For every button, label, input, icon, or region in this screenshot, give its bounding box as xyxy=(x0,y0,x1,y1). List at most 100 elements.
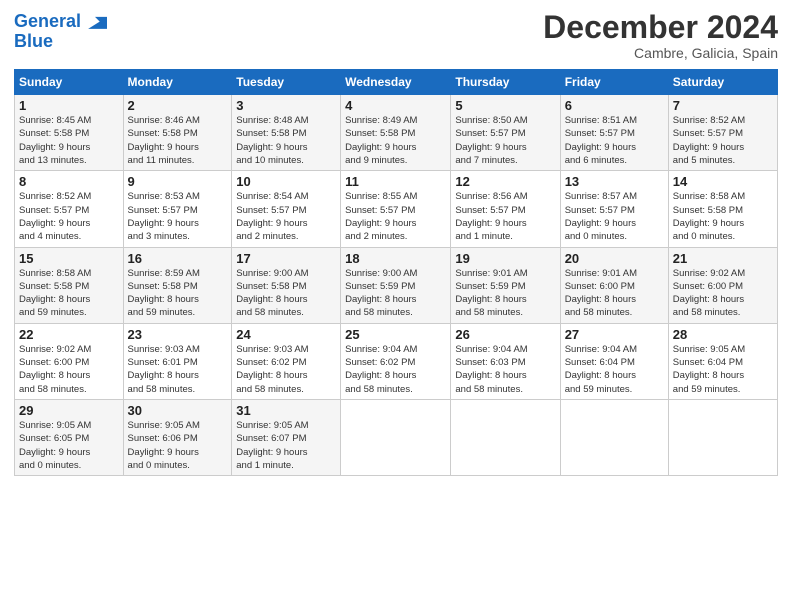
day-number: 12 xyxy=(455,174,555,189)
header-cell-monday: Monday xyxy=(123,70,232,95)
day-number: 23 xyxy=(128,327,228,342)
calendar-cell: 30 Sunrise: 9:05 AM Sunset: 6:06 PM Dayli… xyxy=(123,399,232,475)
day-number: 15 xyxy=(19,251,119,266)
day-number: 7 xyxy=(673,98,773,113)
header-cell-saturday: Saturday xyxy=(668,70,777,95)
day-number: 17 xyxy=(236,251,336,266)
day-info: Sunrise: 8:55 AM Sunset: 5:57 PM Dayligh… xyxy=(345,191,417,242)
calendar-cell: 26 Sunrise: 9:04 AM Sunset: 6:03 PM Dayli… xyxy=(451,323,560,399)
calendar-cell: 14 Sunrise: 8:58 AM Sunset: 5:58 PM Dayli… xyxy=(668,171,777,247)
calendar-cell: 11 Sunrise: 8:55 AM Sunset: 5:57 PM Dayli… xyxy=(341,171,451,247)
day-info: Sunrise: 9:00 AM Sunset: 5:59 PM Dayligh… xyxy=(345,268,417,319)
title-block: December 2024 Cambre, Galicia, Spain xyxy=(543,10,778,61)
day-info: Sunrise: 8:52 AM Sunset: 5:57 PM Dayligh… xyxy=(19,191,91,242)
calendar-cell xyxy=(668,399,777,475)
week-row-1: 1Sunrise: 8:45 AM Sunset: 5:58 PM Daylig… xyxy=(15,95,778,171)
calendar-cell: 31 Sunrise: 9:05 AM Sunset: 6:07 PM Dayli… xyxy=(232,399,341,475)
calendar-cell: 18 Sunrise: 9:00 AM Sunset: 5:59 PM Dayli… xyxy=(341,247,451,323)
day-info: Sunrise: 8:54 AM Sunset: 5:57 PM Dayligh… xyxy=(236,191,308,242)
day-number: 30 xyxy=(128,403,228,418)
calendar-cell: 15 Sunrise: 8:58 AM Sunset: 5:58 PM Dayli… xyxy=(15,247,124,323)
day-info: Sunrise: 9:04 AM Sunset: 6:04 PM Dayligh… xyxy=(565,344,637,395)
day-info: Sunrise: 8:53 AM Sunset: 5:57 PM Dayligh… xyxy=(128,191,200,242)
day-info: Sunrise: 9:01 AM Sunset: 6:00 PM Dayligh… xyxy=(565,268,637,319)
header-cell-thursday: Thursday xyxy=(451,70,560,95)
calendar-cell: 28Sunrise: 9:05 AM Sunset: 6:04 PM Dayli… xyxy=(668,323,777,399)
day-info: Sunrise: 9:04 AM Sunset: 6:02 PM Dayligh… xyxy=(345,344,417,395)
day-number: 4 xyxy=(345,98,446,113)
day-info: Sunrise: 8:57 AM Sunset: 5:57 PM Dayligh… xyxy=(565,191,637,242)
calendar-cell: 23 Sunrise: 9:03 AM Sunset: 6:01 PM Dayli… xyxy=(123,323,232,399)
day-number: 26 xyxy=(455,327,555,342)
calendar-cell xyxy=(451,399,560,475)
day-info: Sunrise: 8:58 AM Sunset: 5:58 PM Dayligh… xyxy=(673,191,745,242)
header-cell-friday: Friday xyxy=(560,70,668,95)
day-info: Sunrise: 8:50 AM Sunset: 5:57 PM Dayligh… xyxy=(455,115,527,166)
day-info: Sunrise: 8:56 AM Sunset: 5:57 PM Dayligh… xyxy=(455,191,527,242)
day-number: 28 xyxy=(673,327,773,342)
calendar-cell: 5Sunrise: 8:50 AM Sunset: 5:57 PM Daylig… xyxy=(451,95,560,171)
header-cell-tuesday: Tuesday xyxy=(232,70,341,95)
day-number: 8 xyxy=(19,174,119,189)
day-number: 10 xyxy=(236,174,336,189)
day-number: 21 xyxy=(673,251,773,266)
day-info: Sunrise: 9:05 AM Sunset: 6:07 PM Dayligh… xyxy=(236,420,308,471)
calendar-cell: 3 Sunrise: 8:48 AM Sunset: 5:58 PM Daylig… xyxy=(232,95,341,171)
day-number: 11 xyxy=(345,174,446,189)
calendar-cell: 9Sunrise: 8:53 AM Sunset: 5:57 PM Daylig… xyxy=(123,171,232,247)
day-number: 1 xyxy=(19,98,119,113)
week-row-2: 8 Sunrise: 8:52 AM Sunset: 5:57 PM Daylig… xyxy=(15,171,778,247)
calendar-cell: 21 Sunrise: 9:02 AM Sunset: 6:00 PM Dayli… xyxy=(668,247,777,323)
calendar-cell: 24Sunrise: 9:03 AM Sunset: 6:02 PM Dayli… xyxy=(232,323,341,399)
day-info: Sunrise: 8:59 AM Sunset: 5:58 PM Dayligh… xyxy=(128,268,200,319)
header-cell-sunday: Sunday xyxy=(15,70,124,95)
day-number: 19 xyxy=(455,251,555,266)
calendar-cell: 27Sunrise: 9:04 AM Sunset: 6:04 PM Dayli… xyxy=(560,323,668,399)
header-cell-wednesday: Wednesday xyxy=(341,70,451,95)
logo: General Blue xyxy=(14,10,107,52)
calendar-cell: 2Sunrise: 8:46 AM Sunset: 5:58 PM Daylig… xyxy=(123,95,232,171)
day-number: 18 xyxy=(345,251,446,266)
calendar-cell: 8 Sunrise: 8:52 AM Sunset: 5:57 PM Daylig… xyxy=(15,171,124,247)
day-info: Sunrise: 8:46 AM Sunset: 5:58 PM Dayligh… xyxy=(128,115,200,166)
calendar-cell: 7 Sunrise: 8:52 AM Sunset: 5:57 PM Daylig… xyxy=(668,95,777,171)
week-row-4: 22 Sunrise: 9:02 AM Sunset: 6:00 PM Dayli… xyxy=(15,323,778,399)
calendar-cell: 1Sunrise: 8:45 AM Sunset: 5:58 PM Daylig… xyxy=(15,95,124,171)
day-info: Sunrise: 9:03 AM Sunset: 6:01 PM Dayligh… xyxy=(128,344,200,395)
day-number: 22 xyxy=(19,327,119,342)
day-number: 20 xyxy=(565,251,664,266)
day-info: Sunrise: 9:04 AM Sunset: 6:03 PM Dayligh… xyxy=(455,344,527,395)
day-info: Sunrise: 9:01 AM Sunset: 5:59 PM Dayligh… xyxy=(455,268,527,319)
day-info: Sunrise: 8:49 AM Sunset: 5:58 PM Dayligh… xyxy=(345,115,417,166)
day-info: Sunrise: 8:52 AM Sunset: 5:57 PM Dayligh… xyxy=(673,115,745,166)
calendar-cell: 6 Sunrise: 8:51 AM Sunset: 5:57 PM Daylig… xyxy=(560,95,668,171)
day-number: 6 xyxy=(565,98,664,113)
day-info: Sunrise: 9:05 AM Sunset: 6:05 PM Dayligh… xyxy=(19,420,91,471)
day-info: Sunrise: 8:51 AM Sunset: 5:57 PM Dayligh… xyxy=(565,115,637,166)
calendar-cell: 16 Sunrise: 8:59 AM Sunset: 5:58 PM Dayli… xyxy=(123,247,232,323)
header: General Blue December 2024 Cambre, Galic… xyxy=(14,10,778,61)
calendar-cell: 13Sunrise: 8:57 AM Sunset: 5:57 PM Dayli… xyxy=(560,171,668,247)
location-subtitle: Cambre, Galicia, Spain xyxy=(543,45,778,61)
day-info: Sunrise: 8:58 AM Sunset: 5:58 PM Dayligh… xyxy=(19,268,91,319)
day-number: 31 xyxy=(236,403,336,418)
day-number: 3 xyxy=(236,98,336,113)
day-number: 14 xyxy=(673,174,773,189)
calendar-cell: 20 Sunrise: 9:01 AM Sunset: 6:00 PM Dayli… xyxy=(560,247,668,323)
day-number: 16 xyxy=(128,251,228,266)
day-info: Sunrise: 9:02 AM Sunset: 6:00 PM Dayligh… xyxy=(673,268,745,319)
day-info: Sunrise: 9:00 AM Sunset: 5:58 PM Dayligh… xyxy=(236,268,308,319)
calendar-cell: 12 Sunrise: 8:56 AM Sunset: 5:57 PM Dayli… xyxy=(451,171,560,247)
week-row-5: 29Sunrise: 9:05 AM Sunset: 6:05 PM Dayli… xyxy=(15,399,778,475)
day-info: Sunrise: 9:02 AM Sunset: 6:00 PM Dayligh… xyxy=(19,344,91,395)
day-info: Sunrise: 8:48 AM Sunset: 5:58 PM Dayligh… xyxy=(236,115,308,166)
week-row-3: 15 Sunrise: 8:58 AM Sunset: 5:58 PM Dayli… xyxy=(15,247,778,323)
calendar-cell: 22 Sunrise: 9:02 AM Sunset: 6:00 PM Dayli… xyxy=(15,323,124,399)
day-info: Sunrise: 9:03 AM Sunset: 6:02 PM Dayligh… xyxy=(236,344,308,395)
calendar-container: General Blue December 2024 Cambre, Galic… xyxy=(0,0,792,486)
calendar-cell xyxy=(560,399,668,475)
calendar-table: SundayMondayTuesdayWednesdayThursdayFrid… xyxy=(14,69,778,476)
day-info: Sunrise: 9:05 AM Sunset: 6:06 PM Dayligh… xyxy=(128,420,200,471)
day-number: 25 xyxy=(345,327,446,342)
calendar-cell: 4 Sunrise: 8:49 AM Sunset: 5:58 PM Daylig… xyxy=(341,95,451,171)
